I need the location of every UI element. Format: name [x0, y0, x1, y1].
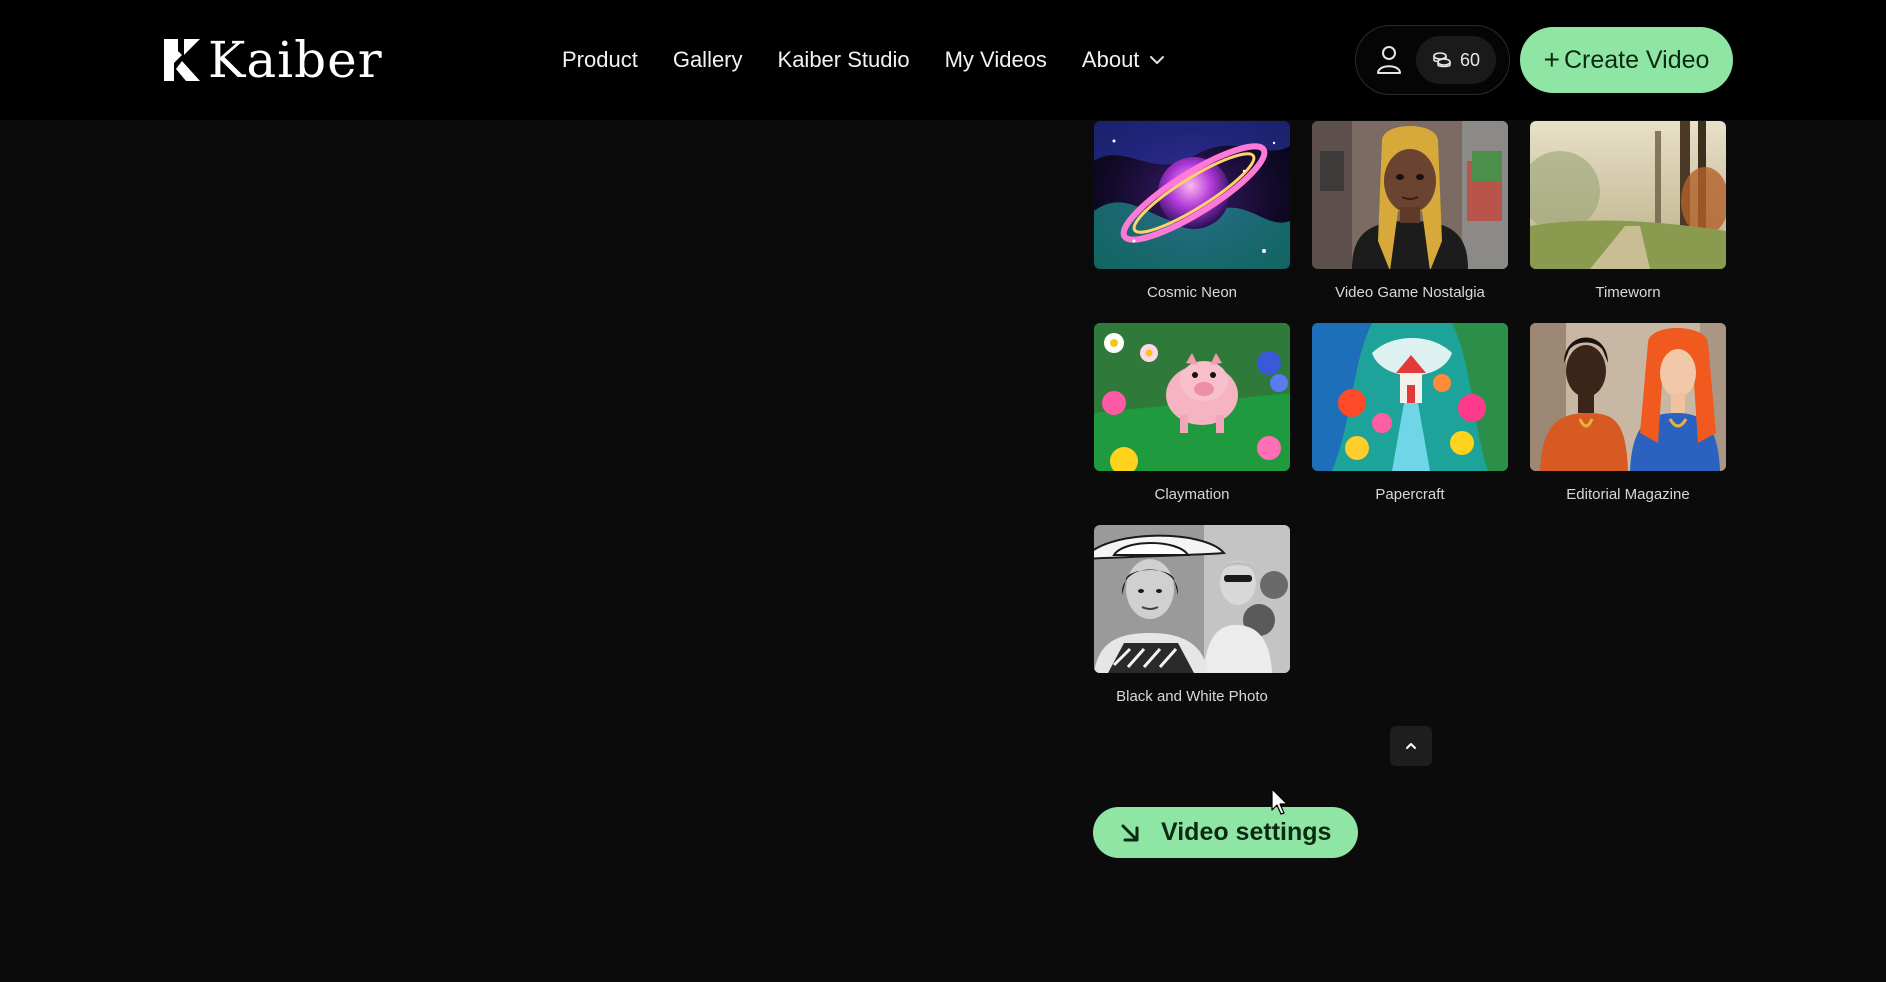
style-label: Editorial Magazine: [1566, 486, 1690, 503]
cosmic-neon-thumbnail: [1094, 121, 1290, 269]
nav-my-videos-label: My Videos: [944, 47, 1047, 72]
main-nav: Product Gallery Kaiber Studio My Videos …: [562, 40, 1165, 80]
style-label: Video Game Nostalgia: [1335, 284, 1485, 301]
style-label: Claymation: [1154, 486, 1230, 503]
chevron-up-icon: [1406, 743, 1416, 749]
video-game-nostalgia-thumbnail: [1312, 121, 1508, 269]
scroll-up-button[interactable]: [1390, 726, 1432, 766]
nav-my-videos[interactable]: My Videos: [945, 47, 1047, 73]
arrow-down-right-icon: [1121, 824, 1139, 841]
video-settings-label: Video settings: [1161, 818, 1332, 846]
account-credits-pill[interactable]: 60: [1355, 25, 1510, 95]
nav-product-label: Product: [562, 47, 638, 72]
style-tile-papercraft[interactable]: Papercraft: [1312, 323, 1508, 503]
style-tile-editorial-magazine[interactable]: Editorial Magazine: [1530, 323, 1726, 503]
nav-about-label: About: [1081, 47, 1140, 72]
papercraft-thumbnail: [1312, 323, 1508, 471]
create-video-label: Create Video: [1563, 45, 1710, 74]
nav-gallery[interactable]: Gallery: [673, 47, 743, 73]
style-tile-claymation[interactable]: Claymation: [1094, 323, 1290, 503]
timeworn-thumbnail: [1530, 121, 1726, 269]
style-tile-timeworn[interactable]: Timeworn: [1530, 121, 1726, 301]
mouse-cursor-icon: [1271, 788, 1288, 815]
plus-icon: +: [1543, 44, 1560, 75]
video-settings-button[interactable]: Video settings: [1093, 807, 1358, 858]
style-label: Cosmic Neon: [1146, 284, 1238, 301]
kaiber-logo[interactable]: Kaiber: [162, 34, 383, 86]
style-label: Timeworn: [1595, 284, 1661, 301]
nav-product[interactable]: Product: [562, 47, 638, 73]
nav-kaiber-studio[interactable]: Kaiber Studio: [778, 47, 910, 73]
nav-gallery-label: Gallery: [672, 47, 743, 72]
claymation-thumbnail: [1094, 323, 1290, 471]
black-and-white-photo-thumbnail: [1094, 525, 1290, 673]
style-tile-video-game-nostalgia[interactable]: Video Game Nostalgia: [1312, 121, 1508, 301]
editorial-magazine-thumbnail: [1530, 323, 1726, 471]
nav-about[interactable]: About: [1082, 47, 1166, 73]
top-navigation-bar: Kaiber Product Gallery Kaiber Studio My …: [0, 0, 1886, 120]
style-label: Black and White Photo: [1116, 688, 1268, 705]
coins-icon: [1433, 52, 1451, 68]
nav-kaiber-studio-label: Kaiber Studio: [777, 47, 910, 72]
style-tile-cosmic-neon[interactable]: Cosmic Neon: [1094, 121, 1290, 301]
credits-count: 60: [1460, 49, 1481, 70]
create-video-button[interactable]: + Create Video: [1520, 27, 1733, 93]
page: Kaiber Product Gallery Kaiber Studio My …: [0, 0, 1886, 982]
style-label: Papercraft: [1375, 486, 1445, 503]
style-tile-black-and-white-photo[interactable]: Black and White Photo: [1094, 525, 1290, 705]
logo-wordmark: Kaiber: [208, 31, 383, 89]
credits-badge[interactable]: 60: [1416, 36, 1497, 84]
kaiber-logo-icon: [164, 39, 200, 81]
user-icon[interactable]: [1376, 45, 1402, 75]
chevron-down-icon: [1150, 56, 1165, 64]
